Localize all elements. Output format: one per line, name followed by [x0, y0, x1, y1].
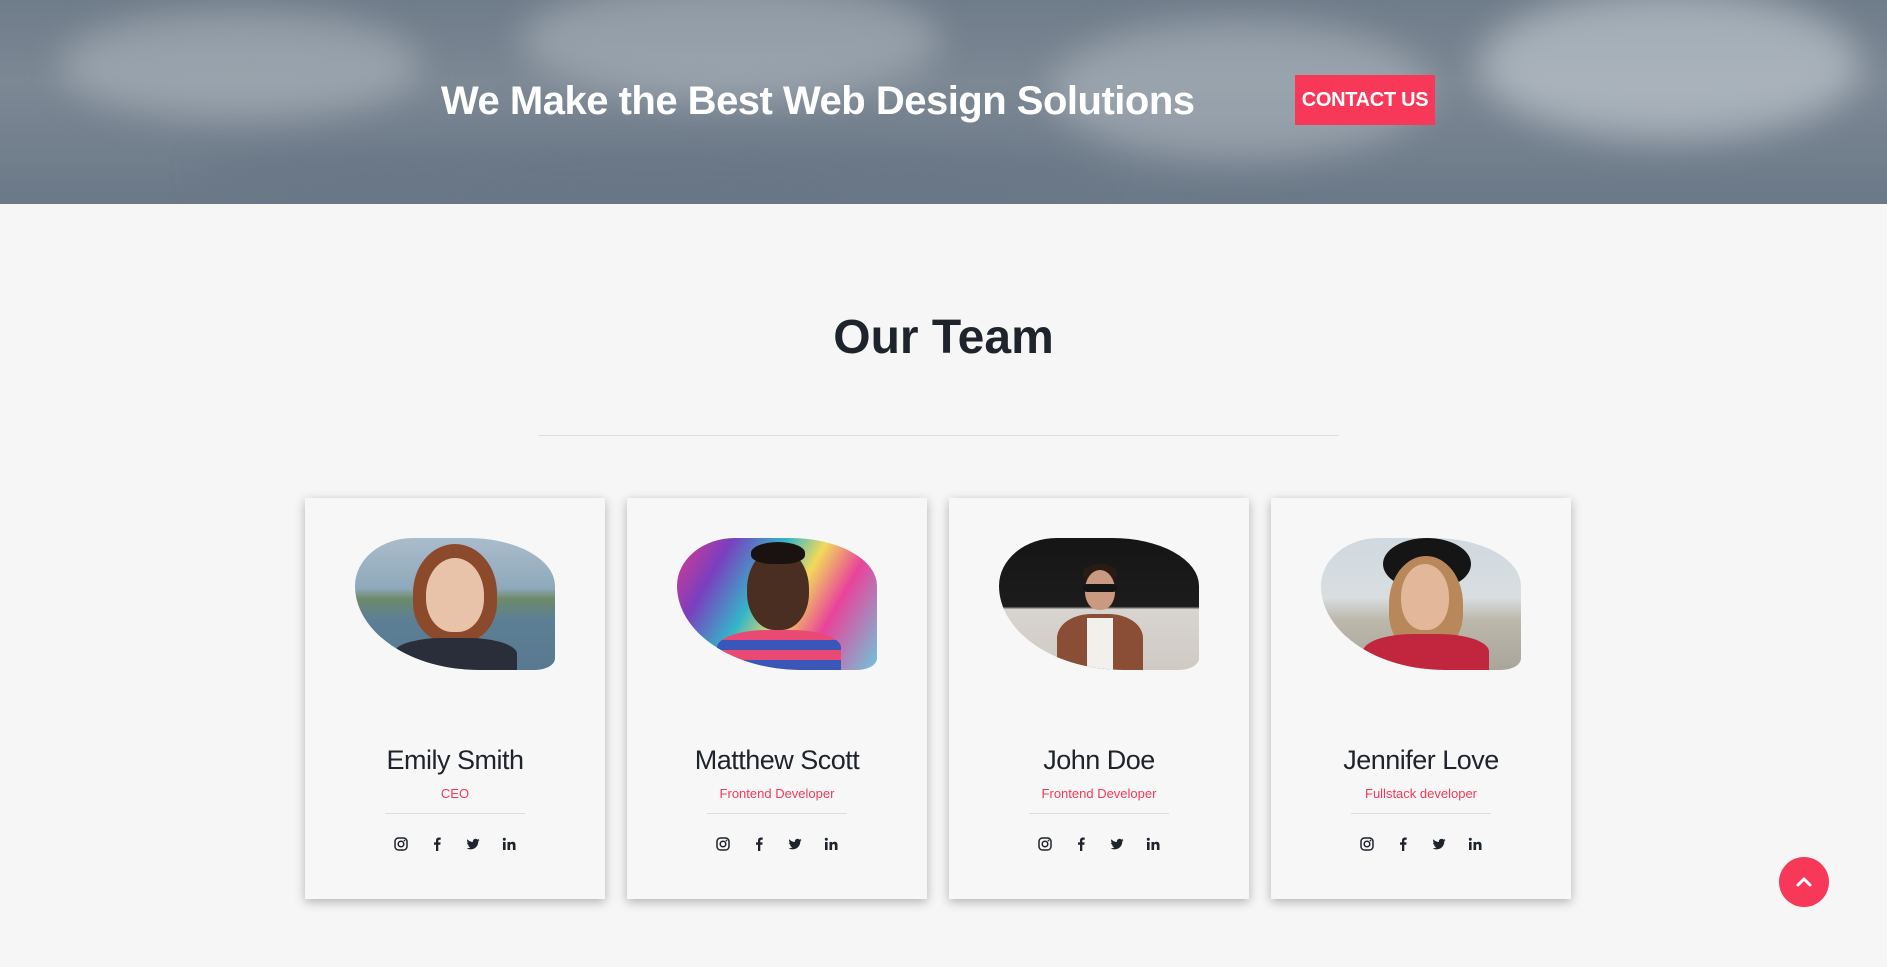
member-name: Jennifer Love	[1343, 745, 1499, 775]
facebook-icon[interactable]	[749, 834, 769, 854]
member-photo	[355, 538, 555, 670]
facebook-icon[interactable]	[427, 834, 447, 854]
member-photo	[999, 538, 1199, 670]
member-name: Emily Smith	[386, 745, 524, 775]
team-card: Emily Smith CEO	[305, 498, 605, 899]
hero-banner: We Make the Best Web Design Solutions CO…	[0, 0, 1887, 204]
team-card: Jennifer Love Fullstack developer	[1271, 498, 1571, 899]
card-divider	[707, 813, 847, 814]
scroll-to-top-button[interactable]	[1779, 857, 1829, 907]
member-photo	[677, 538, 877, 670]
member-name: John Doe	[1043, 745, 1155, 775]
chevron-up-icon	[1796, 877, 1812, 887]
twitter-icon[interactable]	[785, 834, 805, 854]
social-links	[305, 834, 605, 854]
instagram-icon[interactable]	[1357, 834, 1377, 854]
cloud-shape	[200, 140, 1100, 200]
facebook-icon[interactable]	[1393, 834, 1413, 854]
member-name: Matthew Scott	[694, 745, 860, 775]
member-role: CEO	[440, 786, 470, 801]
twitter-icon[interactable]	[463, 834, 483, 854]
instagram-icon[interactable]	[713, 834, 733, 854]
twitter-icon[interactable]	[1429, 834, 1449, 854]
card-divider	[1029, 813, 1169, 814]
facebook-icon[interactable]	[1071, 834, 1091, 854]
team-card: Matthew Scott Frontend Developer	[627, 498, 927, 899]
linkedin-icon[interactable]	[1143, 834, 1163, 854]
team-card: John Doe Frontend Developer	[949, 498, 1249, 899]
member-role: Frontend Developer	[719, 786, 835, 801]
twitter-icon[interactable]	[1107, 834, 1127, 854]
section-divider	[538, 435, 1339, 436]
linkedin-icon[interactable]	[499, 834, 519, 854]
linkedin-icon[interactable]	[1465, 834, 1485, 854]
member-photo	[1321, 538, 1521, 670]
cloud-shape	[1480, 0, 1860, 140]
card-divider	[1351, 813, 1491, 814]
member-role: Fullstack developer	[1365, 786, 1477, 801]
member-role: Frontend Developer	[1041, 786, 1157, 801]
cloud-shape	[60, 10, 420, 120]
contact-us-button[interactable]: CONTACT US	[1295, 75, 1435, 125]
section-title: Our Team	[833, 311, 1054, 364]
hero-title: We Make the Best Web Design Solutions	[441, 79, 1195, 123]
instagram-icon[interactable]	[391, 834, 411, 854]
social-links	[627, 834, 927, 854]
instagram-icon[interactable]	[1035, 834, 1055, 854]
social-links	[1271, 834, 1571, 854]
linkedin-icon[interactable]	[821, 834, 841, 854]
card-divider	[385, 813, 525, 814]
social-links	[949, 834, 1249, 854]
